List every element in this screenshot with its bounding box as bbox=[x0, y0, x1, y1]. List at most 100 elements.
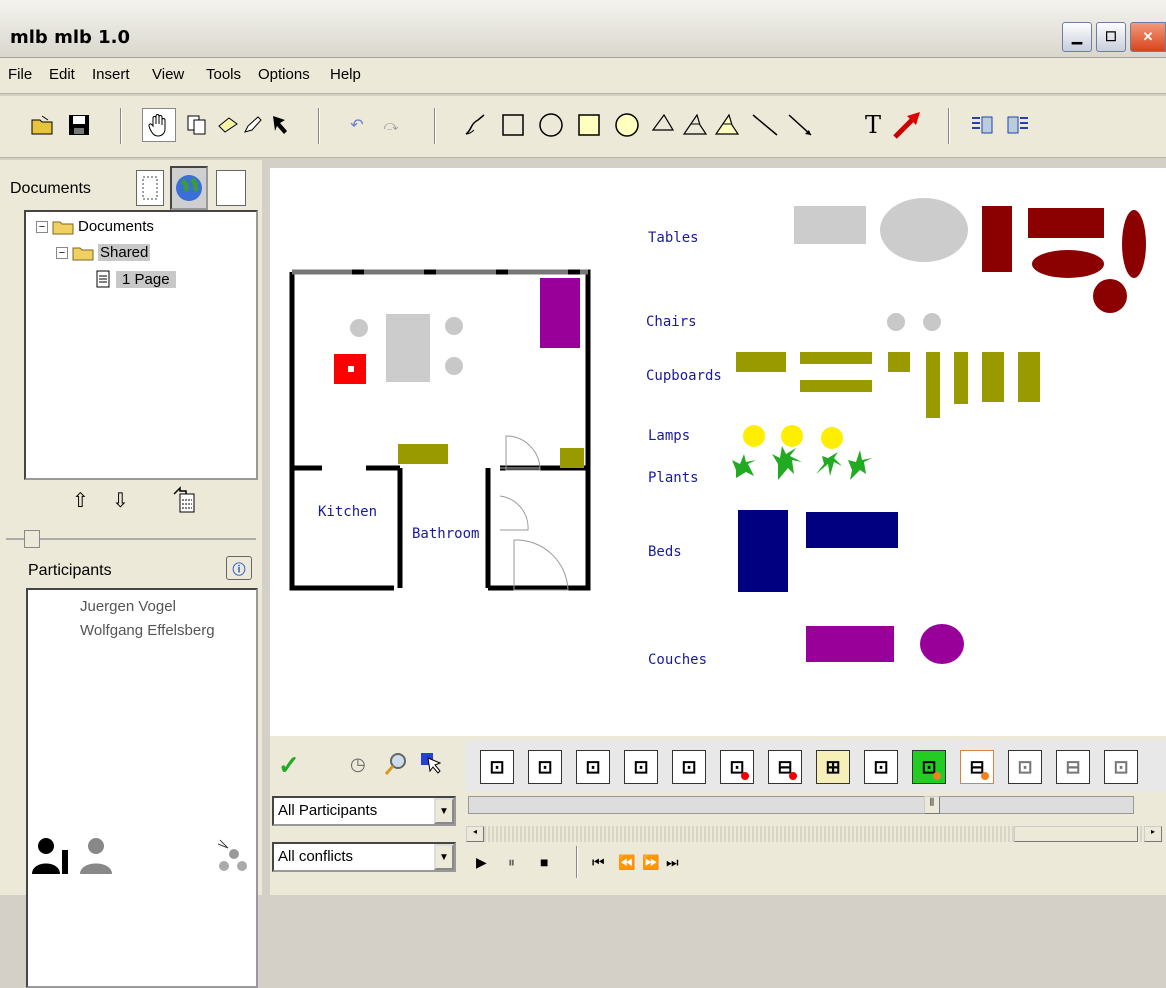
chair-shape[interactable] bbox=[923, 313, 941, 331]
horizontal-scrollbar[interactable]: ◂ ▸ bbox=[466, 826, 1162, 842]
table-shape[interactable] bbox=[982, 206, 1012, 272]
couch-shape[interactable] bbox=[806, 626, 894, 662]
cupboard-shape[interactable] bbox=[1018, 352, 1040, 402]
table-shape[interactable] bbox=[794, 206, 866, 244]
history-step-icon[interactable]: ⊞ bbox=[816, 750, 850, 784]
whiteboard-canvas[interactable]: Kitchen Bathroom Tables Chairs Cupboards… bbox=[270, 168, 1166, 736]
scroll-left-icon[interactable]: ◂ bbox=[466, 826, 484, 842]
tree-node-shared[interactable]: − Shared bbox=[56, 244, 151, 261]
play-icon[interactable]: ▶ bbox=[476, 854, 487, 871]
arrow-line-icon[interactable] bbox=[784, 108, 818, 142]
cupboard-shape[interactable] bbox=[398, 444, 448, 464]
maximize-button[interactable]: ☐ bbox=[1096, 22, 1126, 52]
rectangle-icon[interactable] bbox=[496, 108, 530, 142]
collapse-icon[interactable]: − bbox=[56, 246, 68, 259]
cupboard-shape[interactable] bbox=[926, 352, 940, 418]
lamp-shape[interactable] bbox=[821, 427, 843, 449]
page-icon[interactable] bbox=[216, 170, 246, 206]
splitter-slider[interactable] bbox=[24, 530, 40, 548]
fast-forward-icon[interactable]: ⏩ bbox=[642, 854, 659, 871]
menu-edit[interactable]: Edit bbox=[49, 66, 75, 83]
text-tool-icon[interactable]: T bbox=[856, 108, 890, 142]
polygon-icon[interactable] bbox=[678, 108, 712, 142]
table-shape[interactable] bbox=[1032, 250, 1104, 278]
rewind-icon[interactable]: ⏪ bbox=[618, 854, 635, 871]
pointer-arrow-icon[interactable] bbox=[890, 108, 924, 142]
copy-icon[interactable] bbox=[180, 108, 214, 142]
collapse-icon[interactable]: − bbox=[36, 220, 48, 233]
tree-label-page[interactable]: 1 Page bbox=[116, 270, 176, 288]
lamp-shape[interactable] bbox=[743, 425, 765, 447]
line-icon[interactable] bbox=[748, 108, 782, 142]
history-step-icon[interactable]: ⊡ bbox=[1008, 750, 1042, 784]
scrollbar-thumb[interactable] bbox=[1014, 826, 1138, 842]
participant-item[interactable]: Juergen Vogel bbox=[80, 598, 176, 615]
cupboard-shape[interactable] bbox=[888, 352, 910, 372]
menu-file[interactable]: File bbox=[8, 66, 32, 83]
tree-node-documents[interactable]: − Documents bbox=[36, 218, 154, 235]
page-return-icon[interactable] bbox=[168, 484, 198, 514]
minimize-button[interactable]: ▁ bbox=[1062, 22, 1092, 52]
chair-shape[interactable] bbox=[887, 313, 905, 331]
import-page-icon[interactable] bbox=[966, 108, 1000, 142]
bed-shape[interactable] bbox=[806, 512, 898, 548]
plant-shapes[interactable] bbox=[732, 446, 872, 480]
cupboard-shape[interactable] bbox=[736, 352, 786, 372]
undo-icon[interactable]: ↶ bbox=[340, 108, 374, 142]
timeline-thumb[interactable]: ⫼ bbox=[924, 796, 940, 814]
history-step-icon[interactable]: ⊡ bbox=[864, 750, 898, 784]
history-step-current-icon[interactable]: ⊡ bbox=[912, 750, 946, 784]
history-timeline-slider[interactable] bbox=[468, 796, 1134, 814]
history-step-conflict-icon[interactable]: ⊟ bbox=[960, 750, 994, 784]
scroll-right-icon[interactable]: ▸ bbox=[1144, 826, 1162, 842]
save-icon[interactable] bbox=[62, 108, 96, 142]
history-step-icon[interactable]: ⊡ bbox=[480, 750, 514, 784]
triangle-icon[interactable] bbox=[646, 108, 680, 142]
info-icon[interactable]: ⓘ bbox=[226, 556, 252, 580]
couch-shape[interactable] bbox=[920, 624, 964, 664]
move-up-icon[interactable]: ⇧ bbox=[72, 488, 89, 513]
chair-shape[interactable] bbox=[445, 357, 463, 375]
chair-shape[interactable] bbox=[350, 319, 368, 337]
table-shape[interactable] bbox=[880, 198, 968, 262]
skip-end-icon[interactable]: ⏭ bbox=[666, 854, 679, 871]
history-step-icon[interactable]: ⊡ bbox=[1104, 750, 1138, 784]
menu-options[interactable]: Options bbox=[258, 66, 310, 83]
table-shape[interactable] bbox=[386, 314, 430, 382]
move-down-icon[interactable]: ⇩ bbox=[112, 488, 129, 513]
filled-polygon-icon[interactable] bbox=[710, 108, 744, 142]
filled-circle-icon[interactable] bbox=[610, 108, 644, 142]
tree-label-documents[interactable]: Documents bbox=[78, 218, 154, 235]
redo-icon[interactable]: ⤼ bbox=[374, 108, 408, 142]
table-shape[interactable] bbox=[1122, 210, 1146, 278]
history-step-icon[interactable]: ⊡ bbox=[672, 750, 706, 784]
check-icon[interactable]: ✓ bbox=[278, 750, 300, 781]
pause-icon[interactable]: ⏸ bbox=[508, 854, 515, 871]
filled-rectangle-icon[interactable] bbox=[572, 108, 606, 142]
lamp-shape[interactable] bbox=[781, 425, 803, 447]
history-step-conflict-icon[interactable]: ⊡ bbox=[720, 750, 754, 784]
list-view-icon[interactable] bbox=[136, 170, 164, 206]
history-step-conflict-icon[interactable]: ⊟ bbox=[768, 750, 802, 784]
magnifier-icon[interactable] bbox=[384, 752, 408, 779]
clock-icon[interactable]: ◷ bbox=[350, 754, 366, 775]
open-folder-icon[interactable] bbox=[26, 108, 60, 142]
menu-tools[interactable]: Tools bbox=[206, 66, 241, 83]
cupboard-shape[interactable] bbox=[560, 448, 584, 468]
tree-label-shared[interactable]: Shared bbox=[98, 244, 151, 261]
chair-shape[interactable] bbox=[445, 317, 463, 335]
hand-tool-icon[interactable] bbox=[142, 108, 176, 142]
export-page-icon[interactable] bbox=[1000, 108, 1034, 142]
menu-insert[interactable]: Insert bbox=[92, 66, 130, 83]
tree-node-page[interactable]: 1 Page bbox=[96, 270, 176, 288]
group-icon[interactable] bbox=[214, 836, 254, 879]
bed-shape[interactable] bbox=[738, 510, 788, 592]
chevron-down-icon[interactable]: ▼ bbox=[434, 798, 454, 824]
cupboard-shape[interactable] bbox=[540, 278, 580, 348]
close-button[interactable]: ✕ bbox=[1130, 22, 1166, 52]
cupboard-shape[interactable] bbox=[800, 352, 872, 364]
globe-icon[interactable] bbox=[170, 166, 208, 210]
circle-icon[interactable] bbox=[534, 108, 568, 142]
menu-help[interactable]: Help bbox=[330, 66, 361, 83]
freehand-icon[interactable] bbox=[458, 108, 492, 142]
